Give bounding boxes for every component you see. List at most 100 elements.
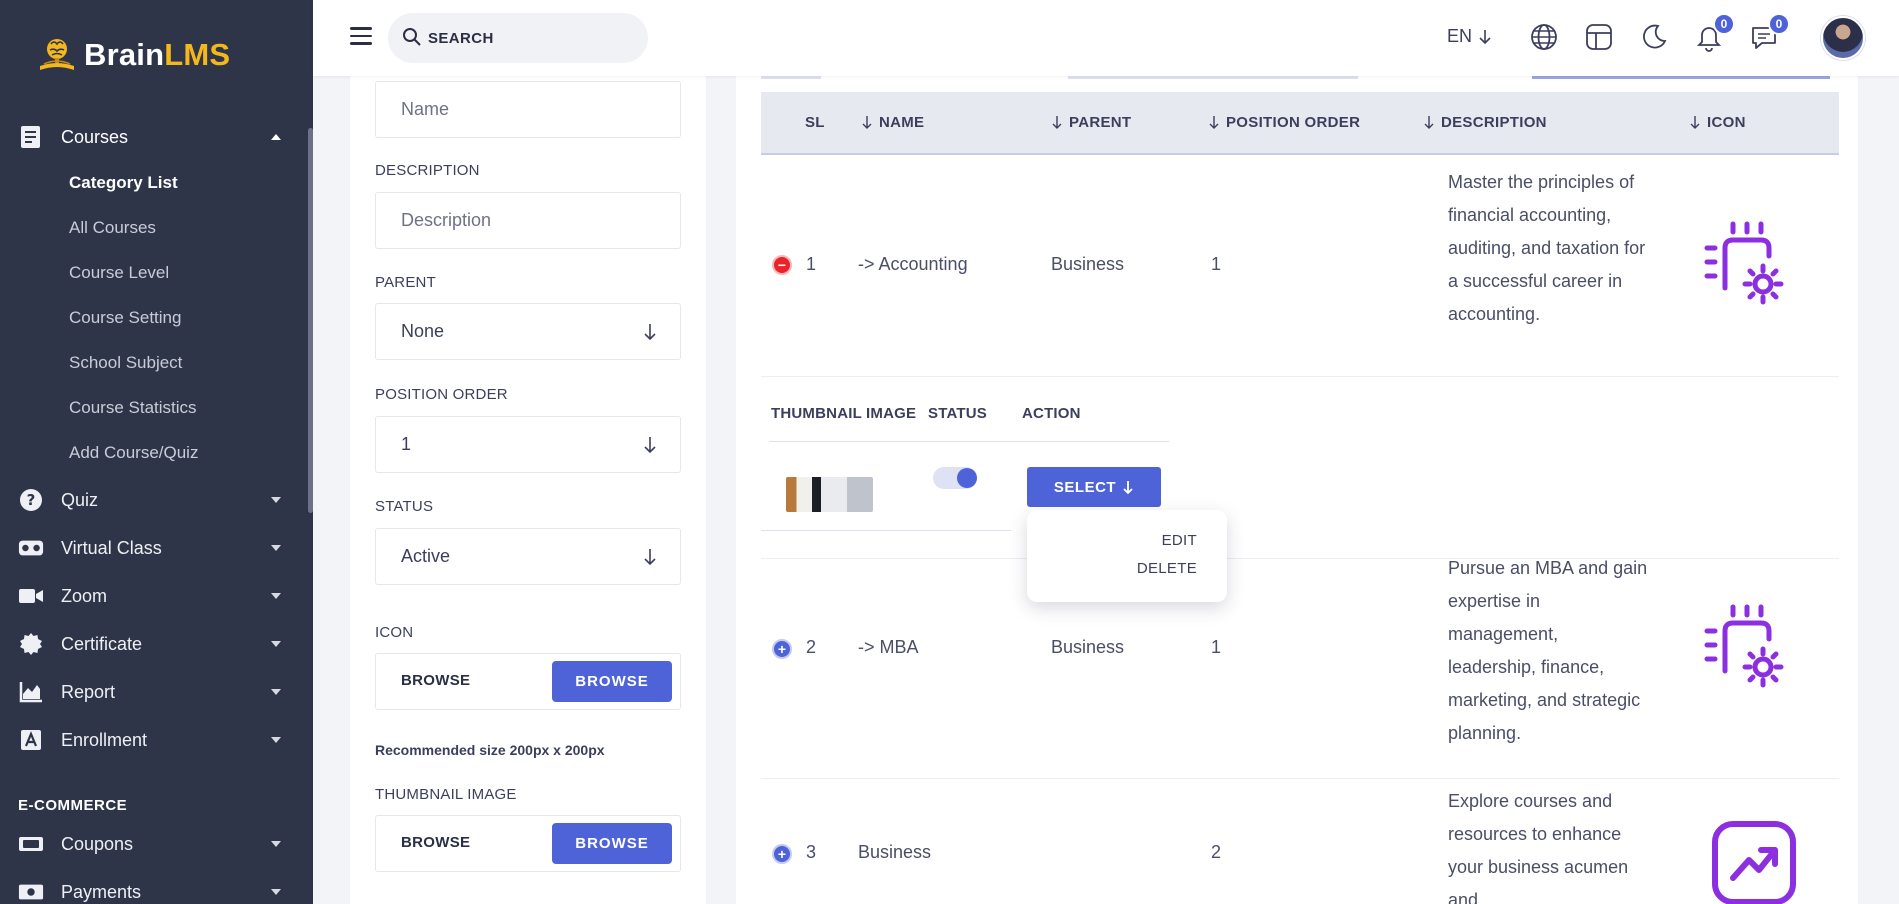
- sidebar-item-coupons[interactable]: Coupons: [0, 824, 308, 864]
- row-name: Business: [858, 842, 932, 862]
- row-parent: Business: [1051, 254, 1125, 274]
- collapse-row-icon[interactable]: −: [772, 255, 792, 275]
- enrollment-icon: [18, 727, 44, 753]
- sidebar-item-zoom[interactable]: Zoom: [0, 576, 308, 616]
- search-icon: [403, 28, 421, 46]
- globe-icon[interactable]: [1529, 22, 1559, 52]
- ecommerce-section-label: E-COMMERCE: [18, 797, 128, 814]
- action-select-button[interactable]: SELECT: [1027, 467, 1161, 507]
- user-avatar[interactable]: [1821, 16, 1865, 60]
- notifications-button[interactable]: 0: [1694, 13, 1735, 52]
- sidebar-item-label: Payments: [61, 881, 142, 902]
- caret-down-icon: [271, 889, 281, 895]
- sidebar-item-payments[interactable]: Payments: [0, 872, 308, 904]
- row-position-order: 1: [1211, 254, 1222, 274]
- row-description: Explore courses and resources to enhance…: [1448, 791, 1629, 904]
- name-input[interactable]: [375, 81, 681, 138]
- table-header: SL NAME PARENT POSITION ORDER DESCRIPTIO…: [761, 92, 1839, 155]
- position-order-value: 1: [401, 434, 412, 454]
- position-order-label: POSITION ORDER: [375, 386, 508, 403]
- row-position-order: 1: [1211, 637, 1222, 657]
- thumbnail-browse-button[interactable]: BROWSE: [552, 823, 672, 864]
- table-row: + 2 -> MBA Business 1 Pursue an MBA and …: [761, 558, 1839, 779]
- row-sl: 3: [806, 842, 817, 862]
- column-header-position-order[interactable]: POSITION ORDER: [1208, 114, 1360, 131]
- certificate-seal-icon: [18, 631, 44, 657]
- brand-name: BrainLMS: [84, 37, 231, 72]
- row-sl: 1: [806, 254, 817, 274]
- row-description: Master the principles of financial accou…: [1448, 172, 1646, 324]
- expand-row-icon[interactable]: +: [772, 844, 792, 864]
- vr-headset-icon: [18, 535, 44, 561]
- icon-browse-button[interactable]: BROWSE: [552, 661, 672, 702]
- hamburger-menu-icon[interactable]: [350, 27, 372, 45]
- column-header-description[interactable]: DESCRIPTION: [1423, 114, 1547, 131]
- column-header-parent[interactable]: PARENT: [1051, 114, 1131, 131]
- caret-down-icon: [271, 641, 281, 647]
- column-header-name[interactable]: NAME: [861, 114, 924, 131]
- thumbnail-file-text: BROWSE: [401, 834, 471, 851]
- icon-file-text: BROWSE: [401, 672, 471, 689]
- child-header-action: ACTION: [1022, 405, 1081, 422]
- sidebar-subitem-course-level[interactable]: Course Level: [69, 263, 169, 283]
- sidebar-subitem-add-course-quiz[interactable]: Add Course/Quiz: [69, 443, 198, 463]
- arrow-down-icon: [1123, 480, 1133, 494]
- sidebar-subitem-category-list[interactable]: Category List: [69, 173, 178, 193]
- category-form-panel: DESCRIPTION PARENT None POSITION ORDER 1…: [350, 76, 706, 904]
- sidebar-subitem-course-statistics[interactable]: Course Statistics: [69, 398, 197, 418]
- sidebar-subitem-course-setting[interactable]: Course Setting: [69, 308, 181, 328]
- sidebar: BrainLMS Courses Category List All Cours…: [0, 0, 313, 904]
- table-row: + 3 Business 2 Explore courses and resou…: [761, 780, 1839, 904]
- sort-arrow-icon: [1424, 116, 1434, 129]
- status-select[interactable]: Active: [375, 528, 681, 585]
- sidebar-subitem-school-subject[interactable]: School Subject: [69, 353, 182, 373]
- thumbnail-image: [786, 477, 873, 512]
- status-select-value: Active: [401, 546, 451, 566]
- recommended-size-note: Recommended size 200px x 200px: [375, 742, 605, 758]
- brain-book-logo-icon: [40, 39, 74, 70]
- search-bar[interactable]: [388, 13, 648, 63]
- expand-row-icon[interactable]: +: [772, 639, 792, 659]
- brand-logo-link[interactable]: BrainLMS: [36, 34, 230, 76]
- parent-select[interactable]: None: [375, 303, 681, 360]
- status-toggle-switch[interactable]: [933, 467, 977, 489]
- sidebar-item-courses[interactable]: Courses: [0, 117, 308, 157]
- notifications-badge: 0: [1713, 13, 1735, 35]
- sort-arrow-icon: [1690, 116, 1700, 129]
- video-camera-icon: [18, 583, 44, 609]
- money-icon: [18, 879, 44, 904]
- arrow-down-icon: [644, 437, 656, 454]
- child-header-status: STATUS: [928, 405, 987, 422]
- menu-item-delete[interactable]: DELETE: [1137, 560, 1197, 577]
- language-selector[interactable]: EN: [1447, 26, 1492, 47]
- sidebar-item-virtual-class[interactable]: Virtual Class: [0, 528, 308, 568]
- sidebar-scrollbar[interactable]: [308, 128, 313, 513]
- sidebar-subitem-all-courses[interactable]: All Courses: [69, 218, 156, 238]
- layout-icon[interactable]: [1584, 22, 1614, 52]
- book-icon: [18, 124, 44, 150]
- caret-down-icon: [271, 593, 281, 599]
- caret-down-icon: [271, 737, 281, 743]
- status-label: STATUS: [375, 498, 434, 515]
- top-header: EN 0 0: [313, 0, 1899, 76]
- menu-item-edit[interactable]: EDIT: [1162, 532, 1197, 549]
- sidebar-item-quiz[interactable]: ? Quiz: [0, 480, 308, 520]
- sidebar-item-report[interactable]: Report: [0, 672, 308, 712]
- sidebar-item-label: Certificate: [61, 633, 143, 654]
- icon-label: ICON: [375, 624, 414, 641]
- ticket-icon: [18, 831, 44, 857]
- sidebar-item-enrollment[interactable]: Enrollment: [0, 720, 308, 760]
- position-order-select[interactable]: 1: [375, 416, 681, 473]
- moon-icon[interactable]: [1639, 22, 1669, 52]
- arrow-down-icon: [644, 549, 656, 566]
- column-header-icon[interactable]: ICON: [1689, 114, 1746, 131]
- row-description: Pursue an MBA and gain expertise in mana…: [1448, 558, 1648, 743]
- messages-button[interactable]: 0: [1749, 13, 1790, 52]
- description-input[interactable]: [375, 192, 681, 249]
- caret-down-icon: [271, 841, 281, 847]
- svg-text:?: ?: [27, 491, 36, 509]
- icon-file-input[interactable]: BROWSE BROWSE: [375, 653, 681, 710]
- sidebar-item-certificate[interactable]: Certificate: [0, 624, 308, 664]
- search-input[interactable]: [428, 13, 638, 63]
- thumbnail-file-input[interactable]: BROWSE BROWSE: [375, 815, 681, 872]
